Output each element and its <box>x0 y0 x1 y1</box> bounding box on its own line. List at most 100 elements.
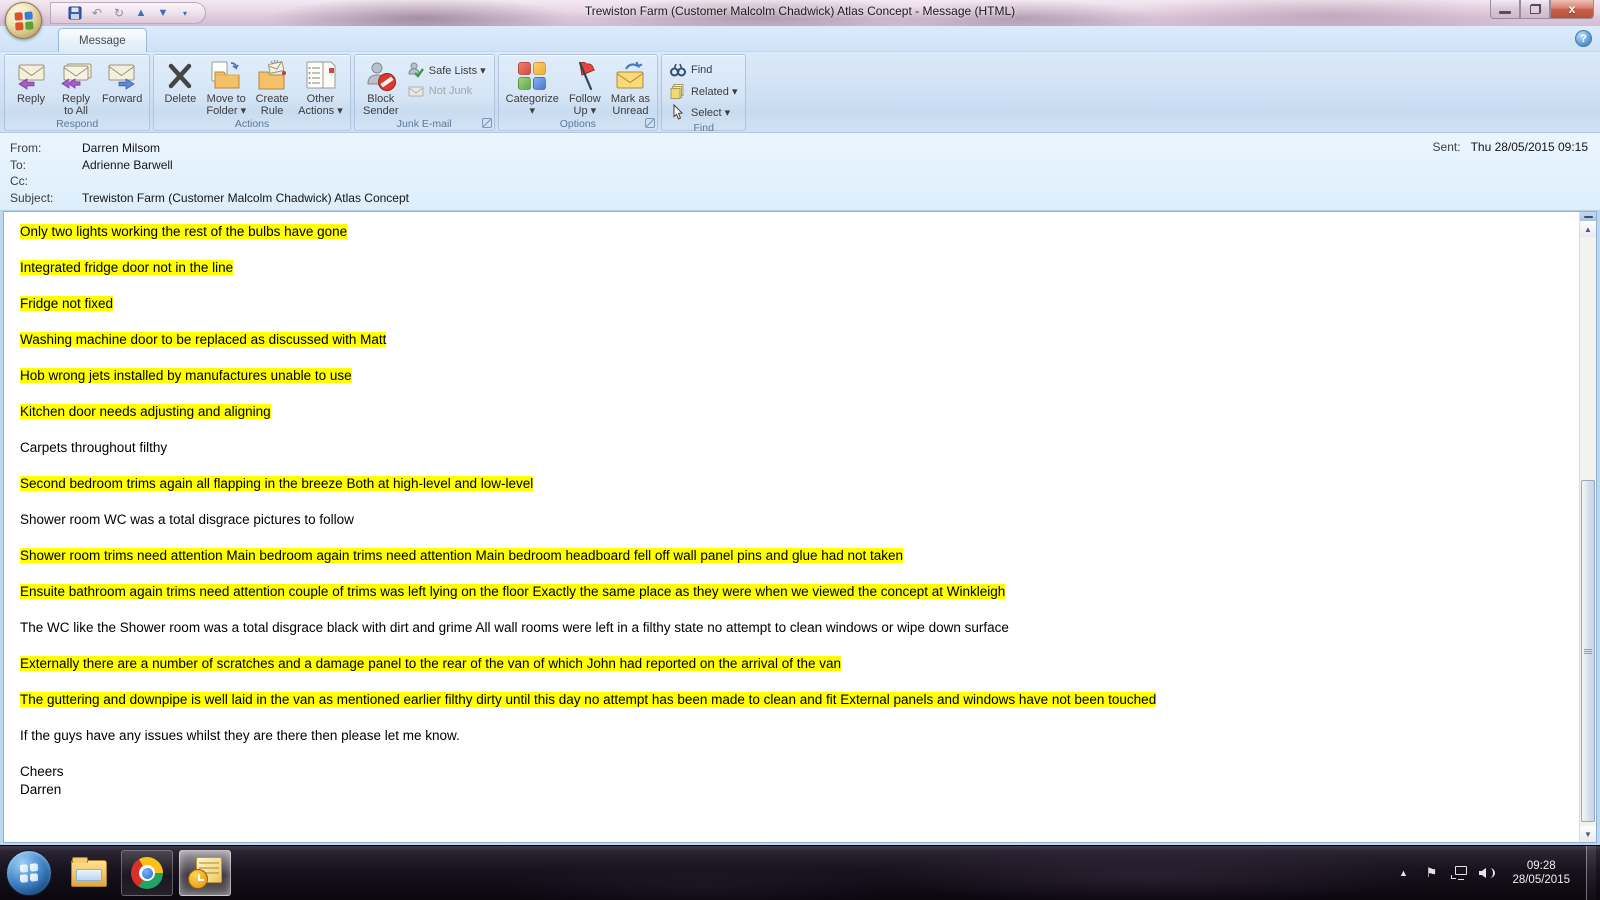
previous-item-icon[interactable]: ▲ <box>131 4 151 22</box>
reply-all-icon <box>59 60 93 92</box>
message-line: If the guys have any issues whilst they … <box>20 727 1559 744</box>
reply-to-all-button[interactable]: Reply to All <box>54 58 98 117</box>
scrollbar-track[interactable] <box>1580 237 1596 826</box>
create-rule-button[interactable]: Create Rule <box>250 58 294 117</box>
outlook-icon <box>188 857 222 889</box>
group-label-actions: Actions <box>154 117 349 130</box>
vertical-scrollbar[interactable]: ▲ ▼ <box>1579 212 1596 842</box>
not-junk-icon <box>408 83 425 99</box>
message-line: Ensuite bathroom again trims need attent… <box>20 583 1559 600</box>
subject-label: Subject: <box>10 190 82 207</box>
minimize-button[interactable] <box>1490 0 1520 19</box>
reply-button[interactable]: Reply <box>9 58 53 105</box>
split-handle[interactable] <box>1580 212 1596 221</box>
taskbar-explorer-button[interactable] <box>63 850 115 896</box>
safe-lists-button[interactable]: Safe Lists ▾ <box>404 60 490 80</box>
sent-row: Sent: Thu 28/05/2015 09:15 <box>1433 140 1588 154</box>
window-title: Trewiston Farm (Customer Malcolm Chadwic… <box>0 4 1600 18</box>
show-desktop-button[interactable] <box>1586 846 1596 900</box>
scroll-up-icon[interactable]: ▲ <box>1580 221 1596 237</box>
safe-lists-icon <box>408 62 425 78</box>
message-line: Externally there are a number of scratch… <box>20 655 1559 672</box>
scroll-down-icon[interactable]: ▼ <box>1580 826 1596 842</box>
start-button[interactable] <box>6 850 52 896</box>
sent-value: Thu 28/05/2015 09:15 <box>1471 140 1588 154</box>
message-line: The guttering and downpipe is well laid … <box>20 691 1559 708</box>
taskbar-outlook-button[interactable] <box>179 850 231 896</box>
clock-time: 09:28 <box>1512 859 1570 873</box>
sent-label: Sent: <box>1433 140 1461 154</box>
junk-dialog-launcher-icon[interactable] <box>482 118 492 128</box>
message-area: From:Darren Milsom To:Adrienne Barwell C… <box>0 133 1600 845</box>
reply-icon <box>14 60 48 92</box>
outlook-message-window: ↶ ↻ ▲ ▼ ▾ Trewiston Farm (Customer Malco… <box>0 0 1600 845</box>
message-line: Darren <box>20 781 1559 798</box>
tab-message[interactable]: Message <box>58 28 147 52</box>
clock-date: 28/05/2015 <box>1512 873 1570 887</box>
to-value: Adrienne Barwell <box>82 157 173 174</box>
save-icon[interactable] <box>65 4 85 22</box>
redo-icon[interactable]: ↻ <box>109 4 129 22</box>
select-button[interactable]: Select ▾ <box>666 102 742 122</box>
forward-icon <box>105 60 139 92</box>
message-body-frame: Only two lights working the rest of the … <box>3 211 1597 843</box>
titlebar: ↶ ↻ ▲ ▼ ▾ Trewiston Farm (Customer Malco… <box>0 0 1600 26</box>
find-button[interactable]: Find <box>666 60 742 80</box>
forward-button[interactable]: Forward <box>99 58 145 105</box>
taskbar: ▲ ⚑ 09:28 28/05/2015 <box>0 845 1600 900</box>
taskbar-chrome-button[interactable] <box>121 850 173 896</box>
message-line: Cheers <box>20 763 1559 780</box>
mark-as-unread-button[interactable]: Mark as Unread <box>608 58 653 117</box>
follow-up-button[interactable]: Follow Up ▾ <box>563 58 607 117</box>
block-sender-icon <box>364 60 398 92</box>
next-item-icon[interactable]: ▼ <box>153 4 173 22</box>
message-line: Only two lights working the rest of the … <box>20 223 1559 240</box>
related-button[interactable]: Related ▾ <box>666 81 742 101</box>
subject-value: Trewiston Farm (Customer Malcolm Chadwic… <box>82 190 409 207</box>
ribbon-group-options: Categorize ▾ Follow Up ▾ Mark as Unread <box>498 54 658 131</box>
related-papers-icon <box>670 83 687 99</box>
message-line: Fridge not fixed <box>20 295 1559 312</box>
office-button[interactable] <box>5 2 42 39</box>
block-sender-button[interactable]: Block Sender <box>359 58 403 117</box>
undo-icon[interactable]: ↶ <box>87 4 107 22</box>
action-center-flag-icon[interactable]: ⚑ <box>1422 863 1440 883</box>
system-tray: ▲ ⚑ 09:28 28/05/2015 <box>1394 846 1600 900</box>
message-line: The WC like the Shower room was a total … <box>20 619 1559 636</box>
move-to-folder-button[interactable]: Move to Folder ▾ <box>203 58 249 117</box>
message-headers: From:Darren Milsom To:Adrienne Barwell C… <box>0 133 1600 211</box>
not-junk-button: Not Junk <box>404 81 490 101</box>
other-actions-button[interactable]: Other Actions ▾ <box>295 58 346 117</box>
message-line: Hob wrong jets installed by manufactures… <box>20 367 1559 384</box>
to-label: To: <box>10 157 82 174</box>
customize-chevron-icon[interactable]: ▾ <box>175 4 195 22</box>
message-line: Carpets throughout filthy <box>20 439 1559 456</box>
network-icon[interactable] <box>1450 863 1468 883</box>
volume-icon[interactable] <box>1478 863 1496 883</box>
mark-as-unread-icon <box>613 60 647 92</box>
close-button[interactable]: x <box>1550 0 1594 19</box>
categorize-icon <box>515 60 549 92</box>
show-hidden-icons-button[interactable]: ▲ <box>1394 863 1412 883</box>
windows-logo-icon <box>20 863 38 882</box>
ribbon-group-junk: Block Sender Safe Lists ▾ <box>354 54 495 131</box>
restore-button[interactable] <box>1520 0 1550 19</box>
options-dialog-launcher-icon[interactable] <box>645 118 655 128</box>
cc-label: Cc: <box>10 173 82 190</box>
ribbon-group-respond: Reply Reply to All Forward <box>4 54 150 131</box>
explorer-icon <box>71 860 107 887</box>
message-body[interactable]: Only two lights working the rest of the … <box>4 212 1579 842</box>
ribbon-tab-row: Message ? <box>0 26 1600 52</box>
delete-button[interactable]: Delete <box>158 58 202 105</box>
office-logo-icon <box>14 11 33 30</box>
categorize-button[interactable]: Categorize ▾ <box>503 58 562 117</box>
ribbon: Reply Reply to All Forward <box>0 52 1600 133</box>
message-line: Washing machine door to be replaced as d… <box>20 331 1559 348</box>
help-icon[interactable]: ? <box>1575 30 1592 47</box>
screen: ↶ ↻ ▲ ▼ ▾ Trewiston Farm (Customer Malco… <box>0 0 1600 900</box>
group-label-options: Options <box>499 117 657 130</box>
taskbar-clock[interactable]: 09:28 28/05/2015 <box>1506 859 1576 887</box>
scrollbar-thumb[interactable] <box>1581 480 1595 822</box>
from-label: From: <box>10 140 82 157</box>
find-binoculars-icon <box>670 62 687 78</box>
